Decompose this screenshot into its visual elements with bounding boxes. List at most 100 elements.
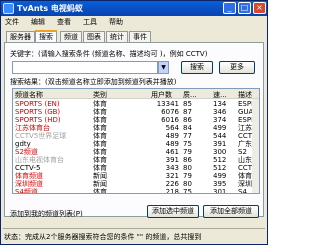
channel-name-cell: CCTV5世界足球 (15, 132, 67, 140)
users-cell: 13341 (156, 100, 179, 108)
col-quality[interactable]: 质... (183, 90, 197, 100)
search-button[interactable]: 搜索 (181, 61, 213, 74)
results-label: 搜索结果：(双击频道名称立即添加到频道列表并播放) (10, 78, 177, 86)
speed-cell: 512 (213, 156, 227, 164)
type-cell: 体育 (93, 164, 107, 172)
table-row[interactable]: 体育频道 新闻 321 79 499 体育 (13, 172, 253, 180)
channel-name-cell: SPORTS (EN) (15, 100, 60, 108)
users-cell: 489 (165, 140, 179, 148)
users-cell: 226 (165, 180, 179, 188)
quality-cell: 77 (183, 132, 192, 140)
channel-name-cell: CCTV-5 (15, 164, 41, 172)
table-row[interactable]: 深圳频道 新闻 226 80 395 深圳 (13, 180, 253, 188)
channel-name-cell: 山东电视体育台 (15, 156, 64, 164)
quality-cell: 79 (183, 148, 192, 156)
tab-servers[interactable]: 服务器 (6, 31, 35, 42)
quality-cell: 75 (183, 188, 192, 194)
table-row[interactable]: gdty 体育 489 75 391 广东 (13, 140, 253, 148)
speed-cell: 499 (213, 172, 227, 180)
table-row[interactable]: SPORTS (GB)体育607687346GUANG (13, 108, 259, 116)
app-window: TvAnts 电视蚂蚁 _ □ × 文件 编辑 查看 工具 帮助 服务器 搜索 … (0, 0, 268, 245)
add-to-list-label: 添加到我的频道列表(P) (10, 210, 83, 218)
speed-cell: 301 (213, 188, 227, 194)
search-input[interactable] (12, 61, 158, 74)
col-speed[interactable]: 速... (213, 90, 227, 100)
speed-cell: 499 (213, 124, 227, 132)
type-cell: 新闻 (93, 172, 107, 180)
quality-cell: 75 (183, 140, 192, 148)
table-row[interactable]: SPORTS (EN) 体育 13341 85 134 ESPN (13, 100, 256, 108)
col-desc[interactable]: 描述 (238, 90, 252, 100)
title-bar: TvAnts 电视蚂蚁 _ □ × (1, 1, 267, 16)
speed-cell: 374 (213, 116, 227, 124)
channel-name-cell: S2频道 (15, 148, 38, 156)
list-header: 频道名称 类别 用户数 质... 速... 描述 (13, 89, 259, 100)
quality-cell: 80 (183, 180, 192, 188)
tab-channels[interactable]: 频道 (60, 31, 82, 42)
more-button[interactable]: 更多 (219, 61, 255, 74)
type-cell: 体育 (93, 148, 107, 156)
table-row[interactable]: 江苏体育台 体育 564 84 499 江苏 (13, 124, 253, 132)
channel-name-cell: SPORTS (HD) (15, 116, 61, 124)
users-cell: 218 (165, 188, 179, 194)
tab-charts[interactable]: 图表 (83, 31, 105, 42)
tab-stats[interactable]: 统计 (106, 31, 128, 42)
channel-name-cell: S4频道 (15, 188, 38, 194)
table-row[interactable]: CCTV-5 体育 343 80 512 CCTV (13, 164, 257, 172)
type-cell: 体育 (93, 116, 107, 124)
menu-tools[interactable]: 工具 (83, 17, 97, 27)
minimize-button[interactable]: _ (223, 2, 236, 14)
maximize-button[interactable]: □ (238, 2, 251, 14)
add-selected-button[interactable]: 添加选中频道 (147, 205, 199, 218)
channel-name-cell: 体育频道 (15, 172, 43, 180)
quality-cell: 85 (183, 100, 192, 108)
window-title: TvAnts 电视蚂蚁 (17, 4, 83, 13)
table-row[interactable]: 山东电视体育台 体育 391 86 512 山东 (13, 156, 253, 164)
speed-cell: 391 (213, 140, 227, 148)
users-cell: 6076 (161, 108, 179, 116)
type-cell: 体育 (93, 188, 107, 194)
speed-cell: 134 (213, 100, 227, 108)
speed-cell: 300 (213, 148, 227, 156)
col-users[interactable]: 用户数 (151, 90, 172, 100)
users-cell: 321 (165, 172, 179, 180)
table-row[interactable]: S2频道 体育 461 79 300 S2 (13, 148, 253, 156)
speed-cell: 395 (213, 180, 227, 188)
type-cell: 体育 (93, 108, 107, 116)
table-row[interactable]: SPORTS (HD) 体育 6016 86 374 ESPN (13, 116, 256, 124)
quality-cell: 87 (183, 108, 192, 116)
menu-view[interactable]: 查看 (57, 17, 71, 27)
speed-cell: 544 (213, 132, 227, 140)
close-button[interactable]: × (253, 2, 266, 14)
col-type[interactable]: 类别 (93, 90, 107, 100)
users-cell: 391 (165, 156, 179, 164)
status-bar: 状态：完成从2个服务器搜索符合您的条件 "" 的频道，总共搜到 (1, 222, 267, 244)
users-cell: 564 (165, 124, 179, 132)
table-row[interactable]: S4频道 体育 218 75 301 S4 (13, 188, 253, 194)
users-cell: 6016 (161, 116, 179, 124)
menu-file[interactable]: 文件 (5, 17, 19, 27)
status-divider (3, 228, 265, 229)
search-panel: 关键字：(请输入搜索条件 (频道名称、描述均可 )，例如 CCTV) ▼ 搜索 … (4, 42, 264, 218)
results-list[interactable]: 频道名称 类别 用户数 质... 速... 描述 SPORTS (EN) 体育 13… (12, 88, 260, 194)
quality-cell: 79 (183, 172, 192, 180)
add-all-button[interactable]: 添加全部频道 (203, 205, 259, 218)
type-cell: 体育 (93, 140, 107, 148)
menu-edit[interactable]: 编辑 (31, 17, 45, 27)
speed-cell: 512 (213, 164, 227, 172)
type-cell: 体育 (93, 156, 107, 164)
tab-events[interactable]: 事件 (129, 31, 151, 42)
quality-cell: 84 (183, 124, 192, 132)
users-cell: 343 (165, 164, 179, 172)
channel-name-cell: gdty (15, 140, 31, 148)
chevron-down-icon[interactable]: ▼ (158, 61, 169, 74)
users-cell: 461 (165, 148, 179, 156)
menu-bar: 文件 编辑 查看 工具 帮助 (1, 16, 267, 28)
col-channel-name[interactable]: 频道名称 (15, 90, 43, 100)
channel-name-cell: SPORTS (GB) (15, 108, 61, 116)
vertical-scrollbar[interactable] (252, 99, 259, 193)
channel-name-cell: 江苏体育台 (15, 124, 50, 132)
status-text: 状态：完成从2个服务器搜索符合您的条件 "" 的频道，总共搜到 (4, 233, 202, 241)
table-row[interactable]: CCTV5世界足球 体育 489 77 544 CCTV (13, 132, 257, 140)
menu-help[interactable]: 帮助 (109, 17, 123, 27)
